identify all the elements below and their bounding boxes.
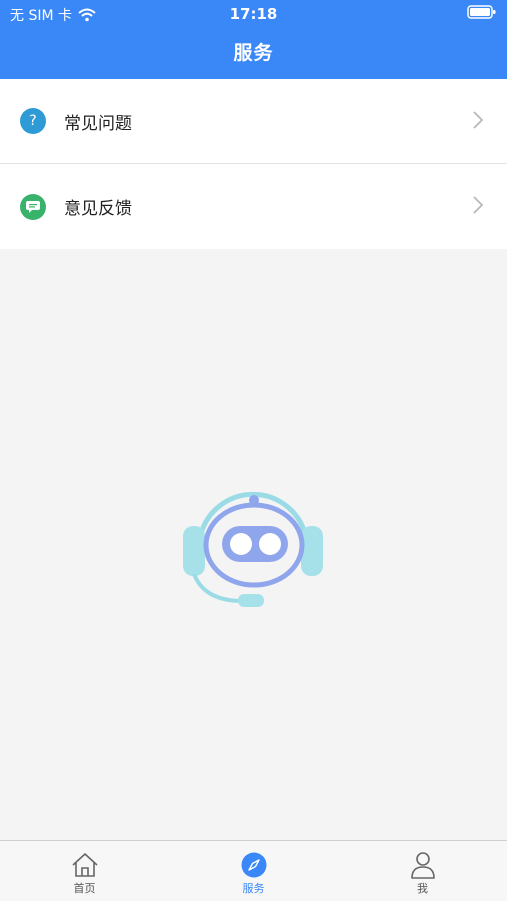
tab-label: 服务 (242, 882, 265, 895)
menu-item-faq[interactable]: ? 常见问题 (0, 79, 507, 164)
tab-label: 首页 (73, 882, 96, 895)
chevron-right-icon (473, 111, 483, 129)
status-time: 17:18 (229, 5, 278, 23)
compass-icon (241, 851, 267, 879)
question-icon: ? (20, 108, 46, 134)
menu-item-label: 常见问题 (64, 113, 132, 134)
robot-mascot-icon (178, 478, 328, 617)
tab-service[interactable]: 服务 (169, 841, 338, 901)
chevron-right-icon (473, 196, 483, 214)
tab-me[interactable]: 我 (338, 841, 507, 901)
battery-icon (467, 5, 497, 23)
feedback-icon (20, 193, 46, 220)
service-menu: ? 常见问题 意见反馈 (0, 79, 507, 249)
page-title: 服务 (233, 42, 274, 64)
menu-item-feedback[interactable]: 意见反馈 (0, 164, 507, 249)
menu-item-label: 意见反馈 (64, 199, 132, 219)
user-icon (410, 851, 436, 879)
status-bar: 无 SIM 卡 17:18 (0, 0, 507, 28)
tab-home[interactable]: 首页 (0, 841, 169, 901)
tab-label: 我 (417, 882, 428, 895)
home-icon (71, 851, 99, 879)
tab-bar: 首页 服务 我 (0, 840, 507, 901)
header-bar: 无 SIM 卡 17:18 服务 (0, 0, 507, 79)
